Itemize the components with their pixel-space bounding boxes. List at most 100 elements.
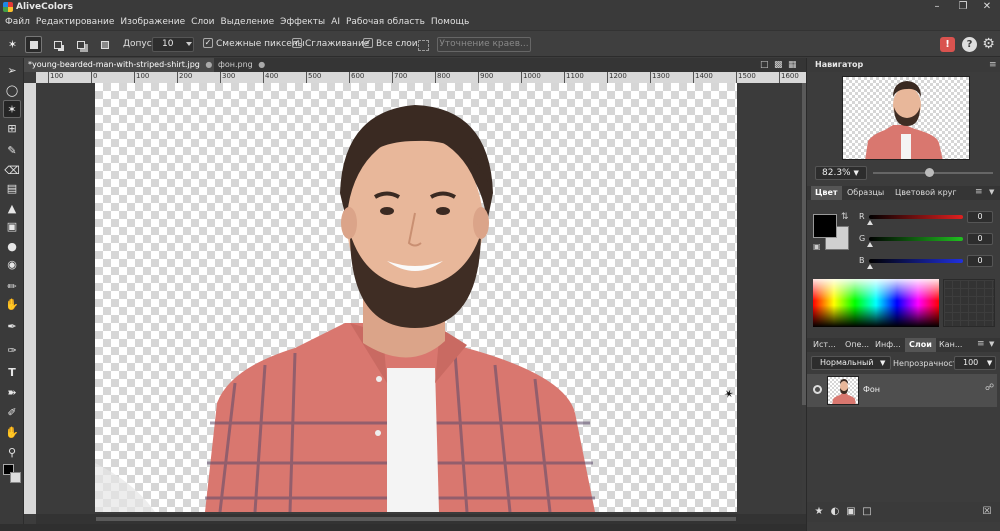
notification-icon[interactable]: ! bbox=[940, 37, 955, 52]
chevron-down-icon[interactable] bbox=[186, 42, 192, 46]
minimize-button[interactable]: – bbox=[924, 0, 950, 14]
tab-color[interactable]: Цвет bbox=[811, 186, 842, 200]
menu-edit[interactable]: Редактирование bbox=[33, 17, 118, 27]
menu-file[interactable]: Файл bbox=[2, 17, 33, 27]
crop-tool-icon[interactable]: ⊞ bbox=[3, 120, 21, 138]
panel-menu-icon[interactable]: ≡ bbox=[977, 339, 985, 349]
red-slider-knob[interactable] bbox=[867, 220, 873, 225]
all-layers-checkbox[interactable]: ✓ bbox=[363, 38, 373, 48]
zoom-tool-icon[interactable]: ⚲ bbox=[3, 444, 21, 462]
shape-tool-icon[interactable]: ➽ bbox=[3, 384, 21, 402]
green-slider-knob[interactable] bbox=[867, 242, 873, 247]
panel-menu-icon[interactable]: ≡ bbox=[975, 187, 983, 197]
red-value[interactable]: 0 bbox=[967, 211, 993, 223]
hand-tool-icon[interactable]: ✋ bbox=[3, 424, 21, 442]
close-tab-icon[interactable]: ● bbox=[205, 60, 212, 69]
healing-tool-icon[interactable]: ▣ bbox=[3, 218, 21, 236]
tab-operations[interactable]: Опе... bbox=[841, 338, 873, 352]
blue-slider-knob[interactable] bbox=[867, 264, 873, 269]
scroll-thumb[interactable] bbox=[96, 517, 736, 521]
tab-layers[interactable]: Слои bbox=[905, 338, 936, 352]
antialias-label: Сглаживание bbox=[305, 39, 370, 49]
smudge-tool-icon[interactable]: ✋ bbox=[3, 296, 21, 314]
eraser-tool-icon[interactable]: ⌫ bbox=[3, 162, 21, 180]
lasso-tool-icon[interactable]: ◯ bbox=[3, 82, 21, 100]
zoom-slider-handle[interactable] bbox=[925, 168, 934, 177]
new-layer-icon[interactable]: □ bbox=[861, 506, 873, 518]
pen-tool-icon[interactable]: ✒ bbox=[3, 318, 21, 336]
close-button[interactable]: ✕ bbox=[974, 0, 1000, 14]
help-icon[interactable]: ? bbox=[962, 37, 977, 52]
drop-tool-icon[interactable]: ● bbox=[3, 238, 21, 256]
red-slider[interactable] bbox=[869, 215, 963, 219]
zoom-level-select[interactable]: 82.3% ▼ bbox=[815, 166, 867, 180]
menu-select[interactable]: Выделение bbox=[218, 17, 278, 27]
recent-swatches-grid[interactable] bbox=[943, 279, 995, 327]
lock-icon[interactable]: ☍ bbox=[985, 383, 994, 393]
color-spectrum[interactable] bbox=[813, 279, 939, 327]
eyedropper-tool-icon[interactable]: ✐ bbox=[3, 404, 21, 422]
menu-effects[interactable]: Эффекты bbox=[277, 17, 328, 27]
refine-edge-button[interactable]: Уточнение краев... bbox=[437, 37, 531, 52]
contiguous-checkbox[interactable]: ✓ bbox=[203, 38, 213, 48]
horizontal-scrollbar[interactable] bbox=[36, 514, 806, 524]
add-selection-button[interactable] bbox=[49, 36, 66, 53]
green-value[interactable]: 0 bbox=[967, 233, 993, 245]
tab-color-wheel[interactable]: Цветовой круг bbox=[891, 186, 961, 200]
canvas-workarea[interactable]: ✶ bbox=[36, 83, 802, 514]
foreground-color-box[interactable] bbox=[813, 214, 837, 238]
move-tool-icon[interactable]: ➢ bbox=[3, 62, 21, 80]
new-document-icon[interactable]: □ bbox=[760, 60, 769, 70]
line-tool-icon[interactable]: ✑ bbox=[3, 342, 21, 360]
menu-help[interactable]: Помощь bbox=[428, 17, 472, 27]
visibility-eye-icon[interactable] bbox=[813, 385, 822, 394]
tab-document-2[interactable]: фон.png ● bbox=[214, 58, 269, 72]
magic-wand-tool-icon[interactable]: ✶ bbox=[3, 100, 21, 118]
gear-icon[interactable]: ⚙ bbox=[981, 37, 996, 52]
text-tool-icon[interactable]: T bbox=[3, 364, 21, 382]
menu-layers[interactable]: Слои bbox=[188, 17, 217, 27]
intersect-selection-button[interactable] bbox=[96, 36, 113, 53]
tab-info[interactable]: Инф... bbox=[871, 338, 905, 352]
gradient-tool-icon[interactable]: ▤ bbox=[3, 180, 21, 198]
tab-swatches[interactable]: Образцы bbox=[843, 186, 888, 200]
opacity-input[interactable]: 100 ▼ bbox=[954, 356, 996, 370]
brush-tool-icon[interactable]: ✎ bbox=[3, 142, 21, 160]
blend-mode-select[interactable]: Нормальный ▼ bbox=[811, 356, 891, 370]
stamp-tool-icon[interactable]: ▲ bbox=[3, 200, 21, 218]
tab-channels[interactable]: Кан... bbox=[935, 338, 966, 352]
close-tab-icon[interactable]: ● bbox=[258, 60, 265, 69]
background-color-swatch[interactable] bbox=[10, 472, 21, 483]
layer-effects-icon[interactable]: ★ bbox=[813, 506, 825, 518]
tab-history[interactable]: Ист... bbox=[809, 338, 840, 352]
new-selection-button[interactable] bbox=[25, 36, 42, 53]
menu-ai[interactable]: AI bbox=[328, 17, 343, 27]
selection-preview-icon[interactable] bbox=[418, 40, 429, 51]
layer-row[interactable]: Фон ☍ bbox=[807, 374, 997, 407]
dodge-tool-icon[interactable]: ◉ bbox=[3, 256, 21, 274]
blue-slider[interactable] bbox=[869, 259, 963, 263]
antialias-checkbox[interactable]: ✓ bbox=[292, 38, 302, 48]
tab-document-1[interactable]: *young-bearded-man-with-striped-shirt.jp… bbox=[24, 58, 214, 72]
maximize-button[interactable]: ❐ bbox=[950, 0, 976, 14]
magic-wand-preset-icon[interactable]: ✶ bbox=[4, 36, 21, 53]
image-canvas[interactable] bbox=[95, 83, 737, 512]
chevron-down-icon[interactable]: ▼ bbox=[989, 188, 994, 196]
swap-colors-icon[interactable]: ⇅ bbox=[841, 212, 849, 222]
reset-colors-icon[interactable]: ▣ bbox=[813, 242, 821, 251]
arrange-icon[interactable]: ▦ bbox=[788, 60, 797, 70]
ruler-tick bbox=[607, 72, 608, 83]
new-group-icon[interactable]: ▣ bbox=[845, 506, 857, 518]
subtract-selection-button[interactable] bbox=[72, 36, 89, 53]
adjustment-layer-icon[interactable]: ◐ bbox=[829, 506, 841, 518]
menu-image[interactable]: Изображение bbox=[117, 17, 188, 27]
delete-layer-icon[interactable]: ☒ bbox=[981, 506, 993, 518]
blue-value[interactable]: 0 bbox=[967, 255, 993, 267]
chevron-down-icon[interactable]: ▼ bbox=[989, 340, 994, 348]
green-slider[interactable] bbox=[869, 237, 963, 241]
tile-windows-icon[interactable]: ▩ bbox=[774, 60, 783, 70]
panel-collapse-icon[interactable]: ≡ bbox=[989, 60, 997, 70]
menu-workspace[interactable]: Рабочая область bbox=[343, 17, 428, 27]
navigator-preview[interactable] bbox=[842, 76, 970, 160]
pencil-tool-icon[interactable]: ✏ bbox=[3, 278, 21, 296]
